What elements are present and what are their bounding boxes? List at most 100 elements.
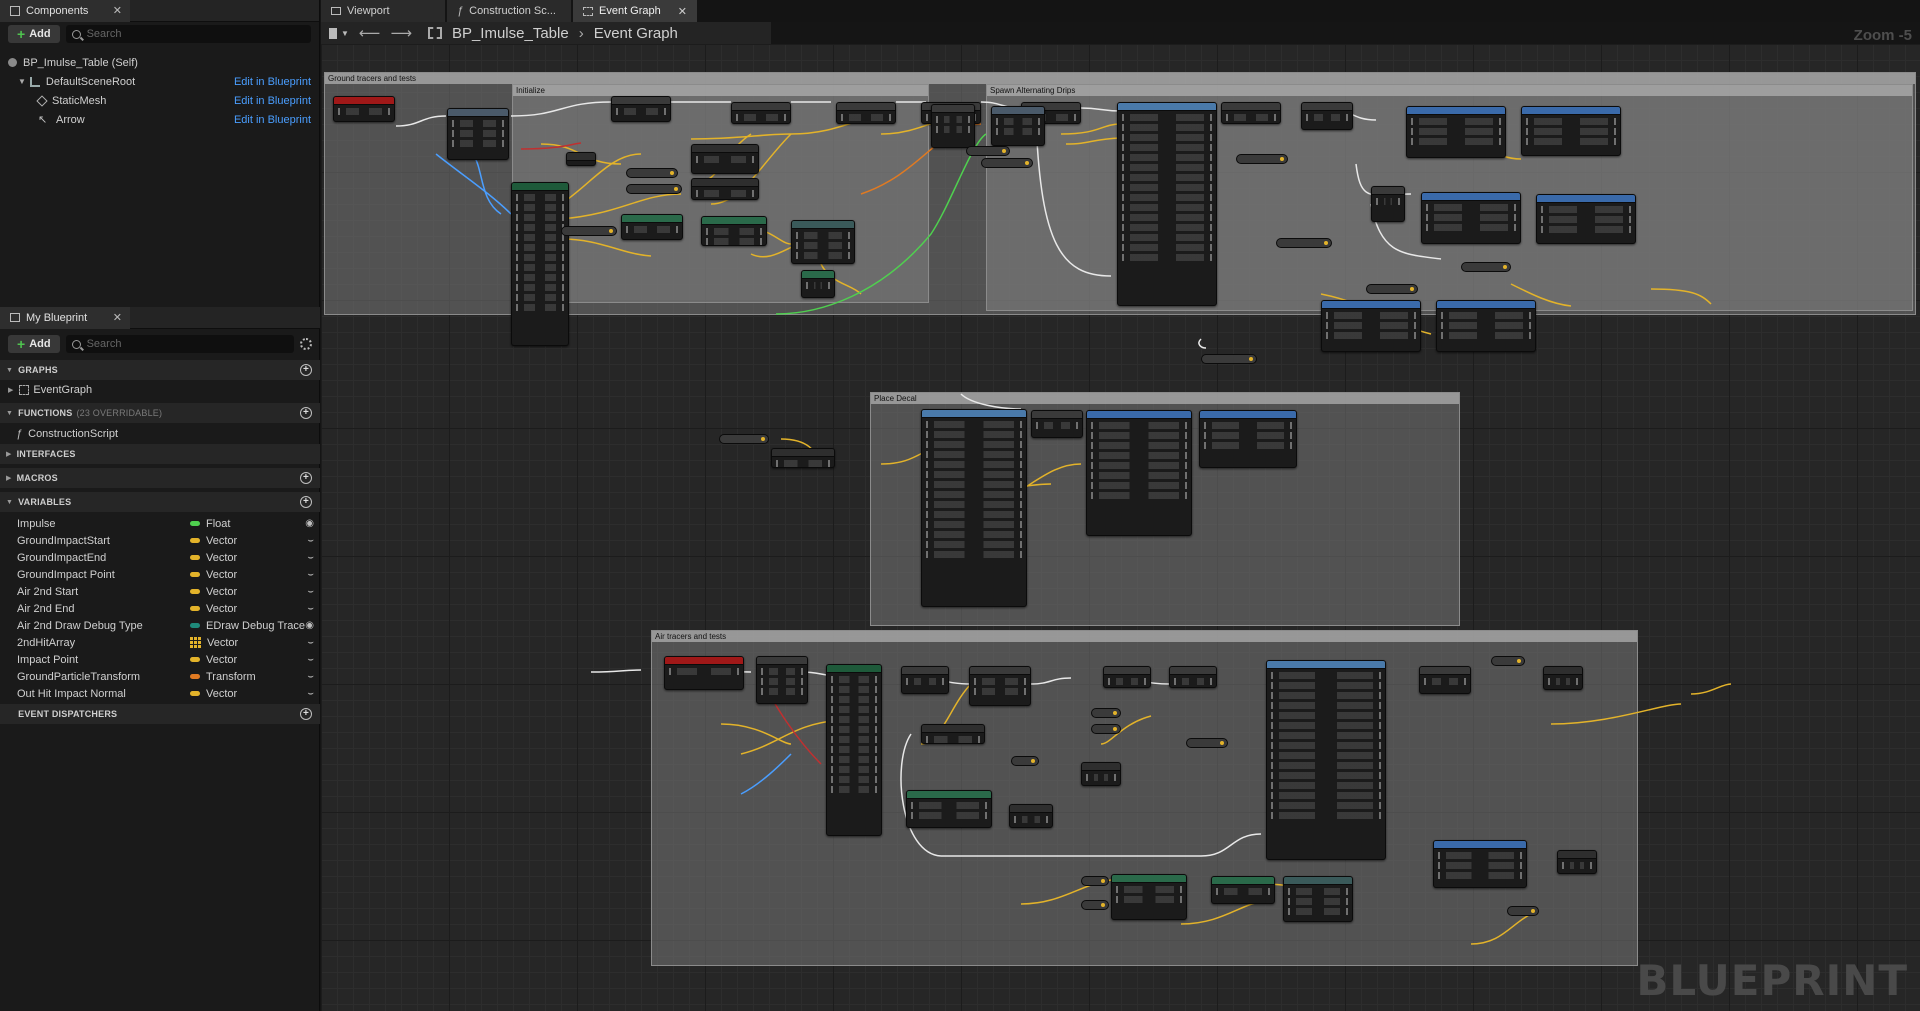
breadcrumb-graph[interactable]: Event Graph xyxy=(594,25,678,42)
eye-open-icon[interactable]: ◉ xyxy=(305,518,314,529)
function-node[interactable] xyxy=(801,270,835,298)
add-graph-button[interactable]: + xyxy=(300,364,312,376)
line-trace-node[interactable] xyxy=(921,409,1027,607)
components-search-input[interactable]: Search xyxy=(65,25,311,43)
my-blueprint-search-input[interactable]: Search xyxy=(65,335,294,353)
component-row[interactable]: ▼ DefaultSceneRoot Edit in Blueprint xyxy=(0,72,319,91)
variable-getter-node[interactable] xyxy=(1507,906,1539,916)
make-transform-node[interactable] xyxy=(1283,876,1353,922)
eye-closed-icon[interactable]: ⌣ xyxy=(307,586,314,597)
variable-getter-node[interactable] xyxy=(1461,262,1511,272)
branch-node[interactable] xyxy=(1419,666,1471,694)
set-node[interactable] xyxy=(1103,666,1151,688)
function-node[interactable] xyxy=(621,214,683,240)
variable-getter-node[interactable] xyxy=(1236,154,1288,164)
niagara-node[interactable] xyxy=(1421,192,1521,244)
math-node[interactable] xyxy=(921,724,985,744)
variable-type[interactable]: Vector xyxy=(190,535,237,547)
chevron-down-icon[interactable]: ▼ xyxy=(341,29,349,38)
set-node[interactable] xyxy=(836,102,896,124)
variable-getter-node[interactable] xyxy=(1276,238,1332,248)
eye-closed-icon[interactable]: ⌣ xyxy=(307,654,314,665)
set-node[interactable] xyxy=(1169,666,1217,688)
add-macro-button[interactable]: + xyxy=(300,472,312,484)
make-transform-node[interactable] xyxy=(791,220,855,264)
clear-node[interactable] xyxy=(1557,850,1597,874)
math-node[interactable] xyxy=(1009,804,1053,828)
close-icon[interactable]: ✕ xyxy=(678,5,687,18)
variable-type[interactable]: Vector xyxy=(190,637,238,649)
variable-getter-node[interactable] xyxy=(719,434,769,444)
variable-row[interactable]: GroundImpact Point Vector ⌣ xyxy=(0,566,320,583)
function-node[interactable] xyxy=(701,216,767,246)
variable-row[interactable]: Out Hit Impact Normal Vector ⌣ xyxy=(0,685,320,702)
variable-row[interactable]: Air 2nd Draw Debug Type EDraw Debug Trace… xyxy=(0,617,320,634)
variable-getter-node[interactable] xyxy=(981,158,1033,168)
event-node[interactable] xyxy=(664,656,744,690)
variables-section-header[interactable]: ▼ VARIABLES + xyxy=(0,492,320,512)
math-node[interactable] xyxy=(691,178,759,200)
variable-row[interactable]: Air 2nd End Vector ⌣ xyxy=(0,600,320,617)
variable-getter-node[interactable] xyxy=(1081,900,1109,910)
event-dispatchers-section-header[interactable]: ▼ EVENT DISPATCHERS + xyxy=(0,704,320,724)
variable-getter-node[interactable] xyxy=(1201,354,1257,364)
math-node[interactable] xyxy=(691,144,759,174)
self-component-row[interactable]: BP_Imulse_Table (Self) xyxy=(0,53,319,72)
variable-row[interactable]: Impulse Float ◉ xyxy=(0,515,320,532)
niagara-node[interactable] xyxy=(1406,106,1506,158)
variable-getter-node[interactable] xyxy=(1491,656,1525,666)
niagara-node[interactable] xyxy=(1199,410,1297,468)
close-icon[interactable]: ✕ xyxy=(113,311,122,324)
break-hit-result-node[interactable] xyxy=(511,182,569,346)
variable-row[interactable]: 2ndHitArray Vector ⌣ xyxy=(0,634,320,651)
spawn-system-node[interactable] xyxy=(1086,410,1192,536)
set-node[interactable] xyxy=(731,102,791,124)
components-tab[interactable]: Components ✕ xyxy=(0,0,130,22)
eye-closed-icon[interactable]: ⌣ xyxy=(307,552,314,563)
variable-getter-node[interactable] xyxy=(626,168,678,178)
variable-getter-node[interactable] xyxy=(561,226,617,236)
bookmark-icon[interactable] xyxy=(329,27,337,39)
variable-type[interactable]: Vector xyxy=(190,586,237,598)
variable-row[interactable]: GroundParticleTransform Transform ⌣ xyxy=(0,668,320,685)
variable-row[interactable]: GroundImpactStart Vector ⌣ xyxy=(0,532,320,549)
forward-arrow-icon[interactable]: ⟶ xyxy=(390,24,412,42)
add-function-button[interactable]: + xyxy=(300,407,312,419)
variable-type[interactable]: Float xyxy=(190,518,230,530)
graph-item[interactable]: ▶ EventGraph xyxy=(0,381,320,399)
variable-getter-node[interactable] xyxy=(1186,738,1228,748)
eye-closed-icon[interactable]: ⌣ xyxy=(307,569,314,580)
variable-row[interactable]: Air 2nd Start Vector ⌣ xyxy=(0,583,320,600)
branch-node[interactable] xyxy=(1301,102,1353,130)
tab-construction-script[interactable]: ƒ Construction Sc... xyxy=(447,0,571,22)
event-node[interactable] xyxy=(333,96,395,122)
add-variable-button[interactable]: + xyxy=(300,496,312,508)
edit-in-blueprint-link[interactable]: Edit in Blueprint xyxy=(234,114,311,126)
niagara-node[interactable] xyxy=(1433,840,1527,888)
flip-flop-node[interactable] xyxy=(1371,186,1405,222)
variable-getter-node[interactable] xyxy=(626,184,682,194)
eye-closed-icon[interactable]: ⌣ xyxy=(307,603,314,614)
graphs-section-header[interactable]: ▼ GRAPHS + xyxy=(0,360,320,380)
get-world-location-node[interactable] xyxy=(1111,874,1187,920)
variable-type[interactable]: Vector xyxy=(190,569,237,581)
variable-row[interactable]: Impact Point Vector ⌣ xyxy=(0,651,320,668)
variable-row[interactable]: GroundImpactEnd Vector ⌣ xyxy=(0,549,320,566)
graph-canvas[interactable]: Ground tracers and tests Initialize Spaw… xyxy=(321,44,1920,1011)
math-node[interactable] xyxy=(1081,762,1121,786)
back-arrow-icon[interactable]: ⟵ xyxy=(359,24,381,42)
functions-section-header[interactable]: ▼ FUNCTIONS (23 OVERRIDABLE) + xyxy=(0,403,320,423)
variable-type[interactable]: EDraw Debug Trace xyxy=(190,620,305,632)
macros-section-header[interactable]: ▶ MACROS + xyxy=(0,468,320,488)
for-loop-node[interactable] xyxy=(969,666,1031,706)
niagara-node[interactable] xyxy=(1536,194,1636,244)
branch-node[interactable] xyxy=(611,96,671,122)
branch-node[interactable] xyxy=(901,666,949,694)
component-row[interactable]: ↖ Arrow Edit in Blueprint xyxy=(0,110,319,129)
function-node[interactable] xyxy=(906,790,992,828)
my-blueprint-tab[interactable]: My Blueprint ✕ xyxy=(0,306,130,329)
niagara-node[interactable] xyxy=(1321,300,1421,352)
variable-getter-node[interactable] xyxy=(966,146,1010,156)
edit-in-blueprint-link[interactable]: Edit in Blueprint xyxy=(234,76,311,88)
variable-type[interactable]: Vector xyxy=(190,654,237,666)
